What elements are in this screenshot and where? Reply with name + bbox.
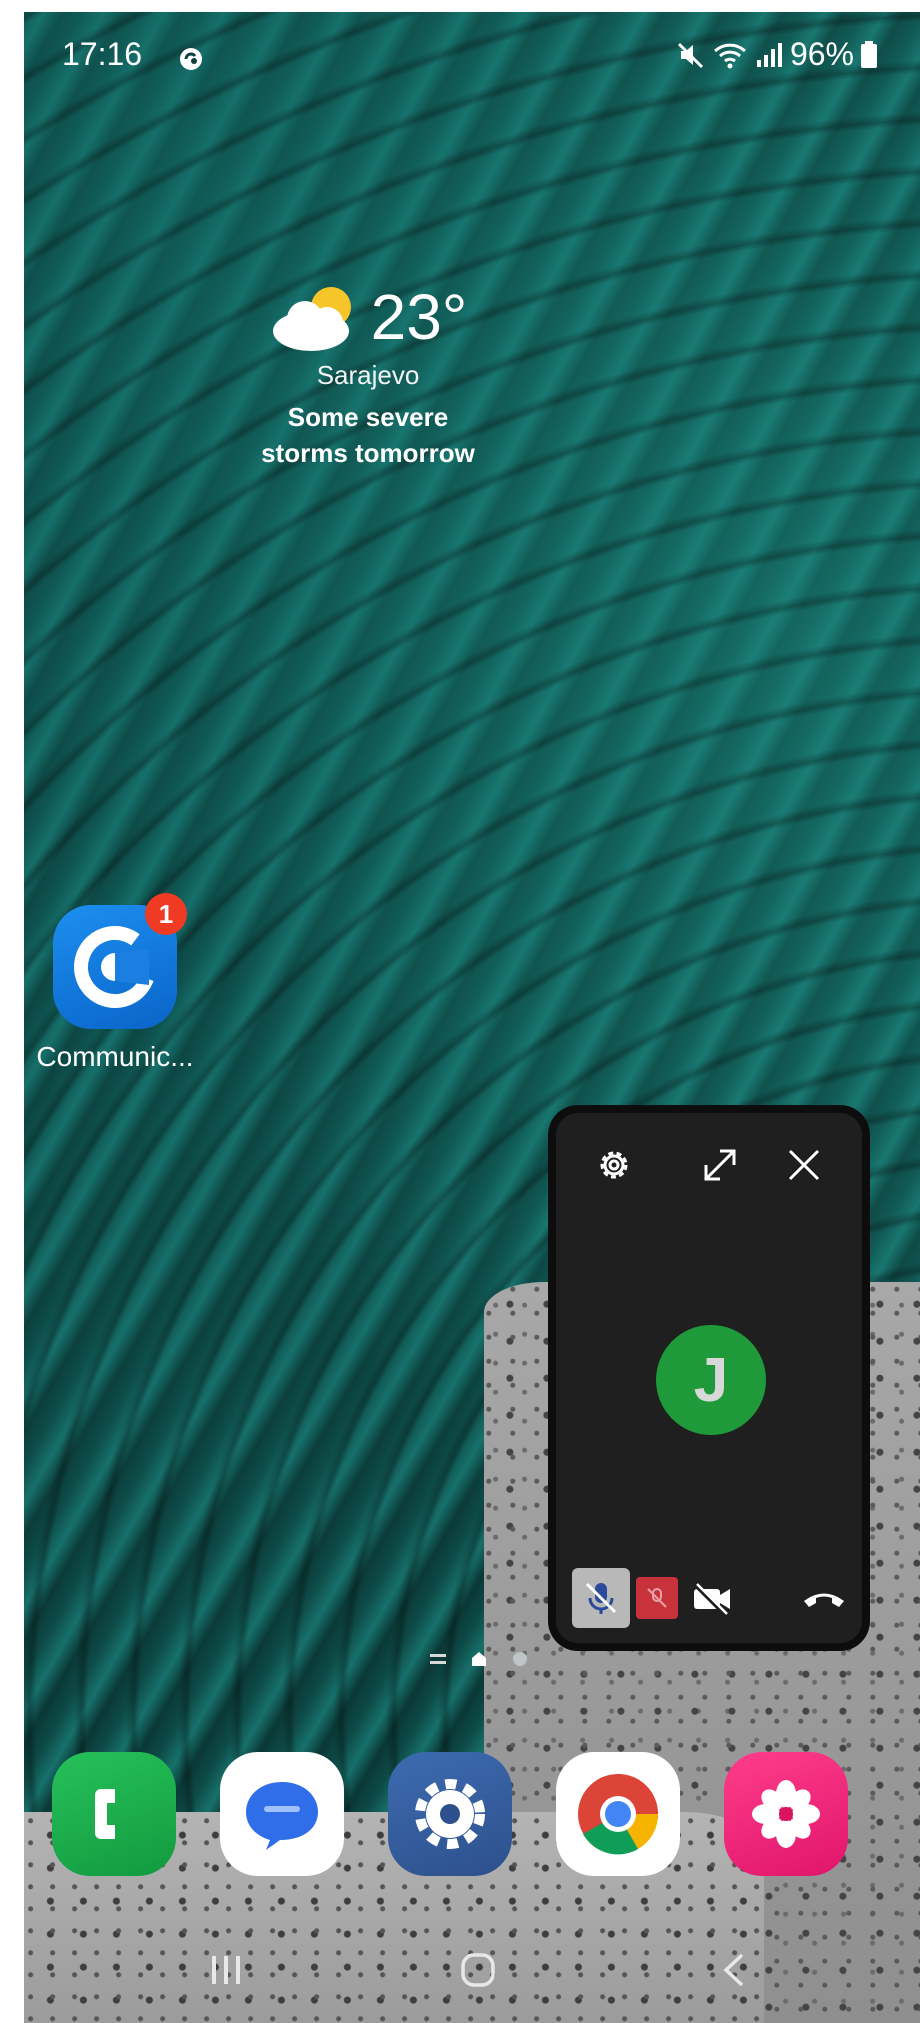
weather-temperature: 23° xyxy=(370,281,468,353)
battery-percentage: 96% xyxy=(789,36,854,72)
sync-icon xyxy=(180,48,202,70)
call-floating-window[interactable]: J xyxy=(556,1113,862,1643)
video-off-button[interactable] xyxy=(688,1568,736,1628)
page-indicator[interactable] xyxy=(430,1650,528,1668)
communicator-app[interactable]: 1 Communic... xyxy=(30,893,200,1073)
mic-off-button[interactable] xyxy=(572,1568,630,1628)
partly-cloudy-icon xyxy=(272,287,351,351)
settings-icon xyxy=(415,1779,485,1849)
weather-widget[interactable]: 23° Sarajevo Some severe storms tomorrow xyxy=(0,280,736,471)
chrome-app[interactable] xyxy=(556,1752,680,1876)
signal-icon xyxy=(756,42,782,67)
dock xyxy=(52,1752,848,1876)
caller-avatar: J xyxy=(656,1325,766,1435)
phone-icon xyxy=(95,1789,115,1839)
screen-share-off-icon xyxy=(647,1588,667,1608)
weather-city: Sarajevo xyxy=(316,360,420,390)
hangup-button[interactable] xyxy=(796,1568,852,1628)
chrome-icon xyxy=(578,1774,659,1855)
screen-share-off-button[interactable] xyxy=(636,1577,678,1619)
gear-icon[interactable] xyxy=(592,1143,636,1187)
back-icon[interactable] xyxy=(714,1950,754,1990)
video-off-icon xyxy=(693,1582,730,1616)
messages-icon xyxy=(246,1782,318,1850)
notification-badge: 1 xyxy=(145,893,187,935)
gallery-app[interactable] xyxy=(724,1752,848,1876)
mic-off-icon xyxy=(585,1582,617,1614)
expand-icon[interactable] xyxy=(698,1143,742,1187)
app-label: Communic... xyxy=(36,1041,194,1072)
messages-app[interactable] xyxy=(220,1752,344,1876)
home-icon[interactable] xyxy=(458,1950,498,1990)
settings-app[interactable] xyxy=(388,1752,512,1876)
battery-icon xyxy=(861,40,877,68)
close-icon[interactable] xyxy=(782,1143,826,1187)
weather-description: Some severe storms tomorrow xyxy=(261,402,475,468)
status-icons: 96% xyxy=(676,36,878,73)
wifi-icon xyxy=(713,43,746,68)
page-dot-icon xyxy=(513,1652,527,1666)
recent-apps-icon[interactable] xyxy=(206,1950,246,1990)
hangup-icon xyxy=(804,1593,844,1607)
gallery-icon xyxy=(752,1780,820,1848)
home-page-icon xyxy=(472,1652,486,1666)
mute-icon xyxy=(677,42,704,68)
communicator-icon: 1 xyxy=(53,893,187,1029)
status-time: 17:16 xyxy=(62,36,143,72)
phone-app[interactable] xyxy=(52,1752,176,1876)
menu-page-icon xyxy=(430,1654,446,1664)
